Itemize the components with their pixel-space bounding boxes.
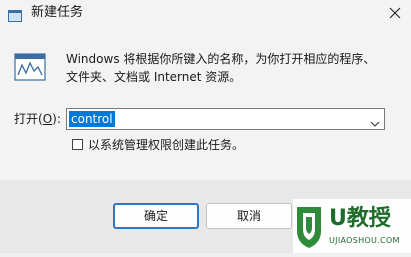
watermark-logo: U教授 UJIAOSHOU.COM: [293, 199, 411, 253]
open-label-prefix: 打开(: [14, 112, 43, 126]
close-icon: [389, 7, 401, 19]
ok-button[interactable]: 确定: [113, 203, 199, 229]
chevron-down-icon[interactable]: [370, 114, 380, 127]
run-dialog: 新建任务 Windows 将根据你所键入的名称，为你打开相应的程序、 文件夹、文…: [0, 0, 411, 253]
title-bar: 新建任务: [0, 0, 411, 27]
watermark-brand: U教授: [329, 206, 391, 231]
admin-checkbox-label[interactable]: 以系统管理权限创建此任务。: [88, 137, 244, 153]
close-button[interactable]: [381, 0, 411, 27]
open-input[interactable]: control: [69, 111, 115, 127]
open-label-suffix: ):: [52, 112, 61, 126]
run-program-icon: [14, 53, 46, 81]
description-line-2: 文件夹、文档或 Internet 资源。: [66, 70, 242, 84]
run-icon: [8, 7, 22, 22]
description-line-1: Windows 将根据你所键入的名称，为你打开相应的程序、: [66, 52, 376, 66]
admin-checkbox[interactable]: [72, 139, 83, 150]
open-label-mnemonic: O: [42, 112, 53, 126]
window-title: 新建任务: [31, 5, 84, 20]
open-combobox[interactable]: control: [66, 108, 385, 130]
watermark-url: UJIAOSHOU.COM: [329, 236, 400, 245]
cancel-button[interactable]: 取消: [206, 203, 292, 229]
open-label: 打开(O):: [14, 110, 61, 128]
dialog-description: Windows 将根据你所键入的名称，为你打开相应的程序、 文件夹、文档或 In…: [66, 50, 396, 86]
